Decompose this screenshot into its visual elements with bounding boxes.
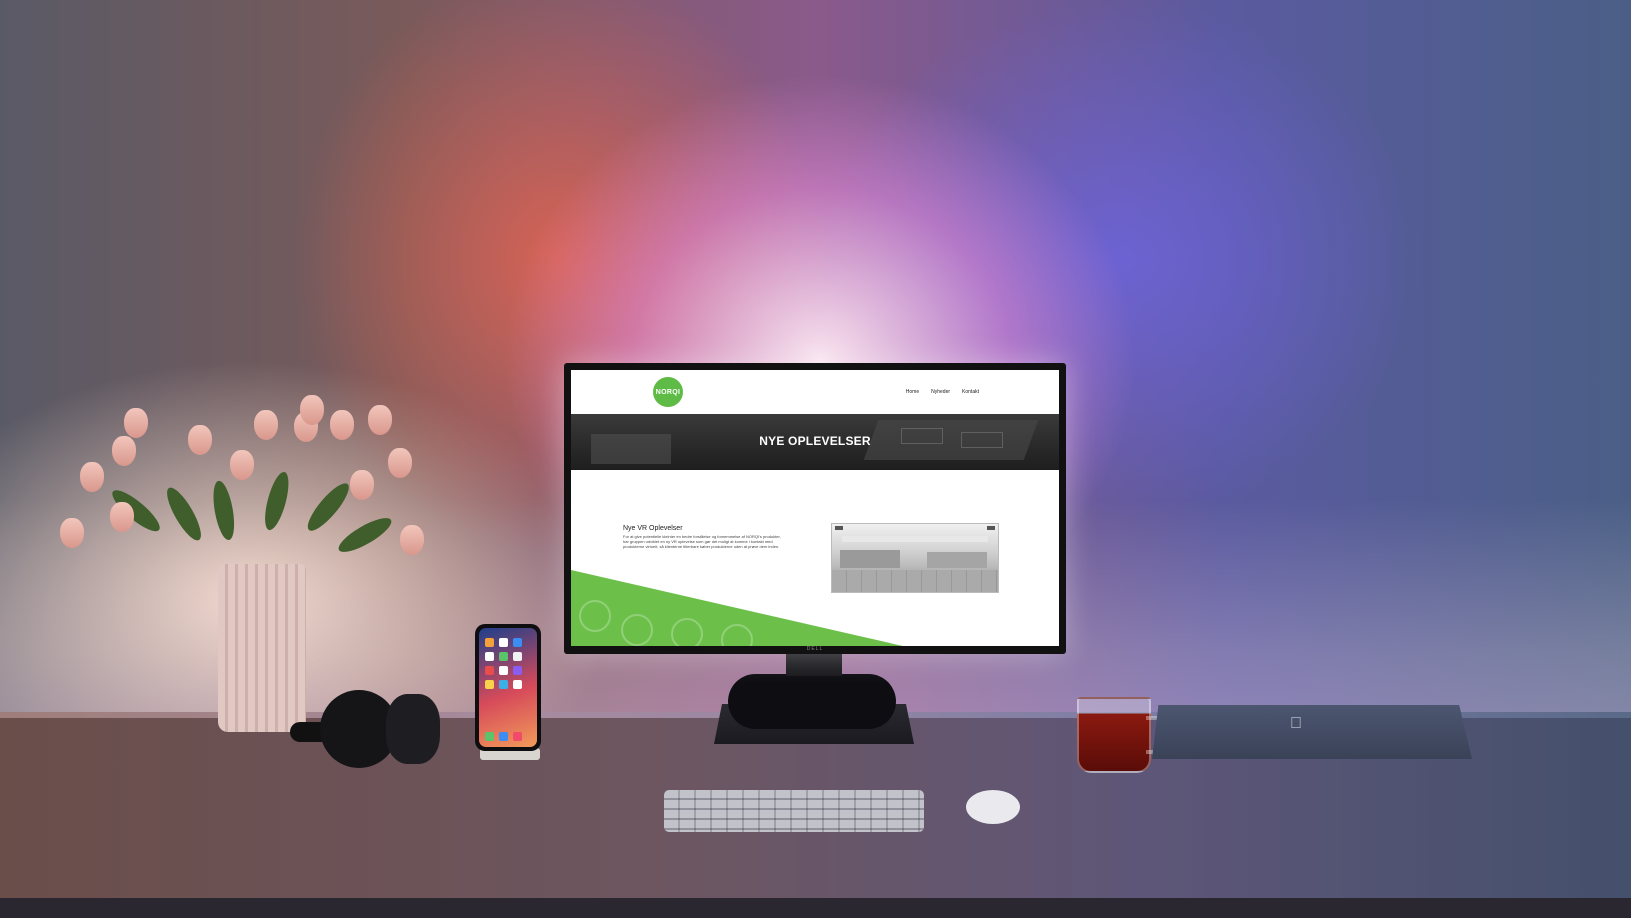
lightbulb-pattern-icon xyxy=(721,624,753,646)
vr-kitchen-image xyxy=(831,523,999,593)
nav-link-nyheder[interactable]: Nyheder xyxy=(931,389,950,395)
lightbulb-pattern-icon xyxy=(671,618,703,646)
vase xyxy=(218,564,306,732)
tulip-flower xyxy=(254,410,278,440)
hero-title: NYE OPLEVELSER xyxy=(759,434,871,448)
tulip-flower xyxy=(388,448,412,478)
monitor-stand-neck xyxy=(786,654,842,676)
app-icon xyxy=(499,652,508,661)
phone-screen xyxy=(479,628,537,747)
monitor: NORQI Home Nyheder Kontakt NYE OPLEVELSE… xyxy=(564,363,1066,654)
app-icon xyxy=(513,680,522,689)
lightbulb-pattern-icon xyxy=(621,614,653,646)
section-heading: Nye VR Oplevelser xyxy=(623,525,683,532)
tulip-flower xyxy=(330,410,354,440)
monitor-screen: NORQI Home Nyheder Kontakt NYE OPLEVELSE… xyxy=(571,370,1059,646)
tulip-flower xyxy=(350,470,374,500)
image-control-icon[interactable] xyxy=(987,526,995,530)
image-control-icon[interactable] xyxy=(835,526,843,530)
dock-app-icon xyxy=(499,732,508,741)
nav-link-kontakt[interactable]: Kontakt xyxy=(962,389,979,395)
app-icon xyxy=(499,666,508,675)
app-icon xyxy=(499,680,508,689)
tulip-flower xyxy=(124,408,148,438)
image-detail xyxy=(840,550,900,568)
tulip-flower xyxy=(230,450,254,480)
tulip-flower xyxy=(400,525,424,555)
image-detail xyxy=(927,552,987,568)
app-icon xyxy=(499,638,508,647)
app-icon xyxy=(513,652,522,661)
headphones-earcup xyxy=(386,694,440,764)
lightbulb-pattern-icon xyxy=(579,600,611,632)
tulip-flower xyxy=(112,436,136,466)
tulip-flower xyxy=(80,462,104,492)
apple-logo-icon:  xyxy=(1290,715,1310,735)
site-nav: Home Nyheder Kontakt xyxy=(906,389,979,395)
nav-link-home[interactable]: Home xyxy=(906,389,919,395)
app-icon xyxy=(485,680,494,689)
tulip-flower xyxy=(188,425,212,455)
tulip-flower xyxy=(110,502,134,532)
desk-front xyxy=(0,898,1631,918)
app-icon xyxy=(485,666,494,675)
tulip-flower xyxy=(300,395,324,425)
hero-banner: NYE OPLEVELSER xyxy=(571,414,1059,470)
mouse xyxy=(966,790,1020,824)
image-detail xyxy=(832,570,998,592)
app-icon xyxy=(513,638,522,647)
image-detail xyxy=(842,536,988,542)
app-icon xyxy=(485,638,494,647)
tulip-flower xyxy=(368,405,392,435)
section-body: For at give potentielle kleinter en bedr… xyxy=(623,534,781,550)
keyboard xyxy=(664,790,924,832)
smartphone xyxy=(475,624,541,751)
tulip-flower xyxy=(60,518,84,548)
tea-cup xyxy=(1077,697,1151,773)
site-header: NORQI Home Nyheder Kontakt xyxy=(571,370,1059,415)
site-logo[interactable]: NORQI xyxy=(653,377,683,407)
laptop xyxy=(1152,705,1472,759)
dock-app-icon xyxy=(485,732,494,741)
app-icon xyxy=(513,666,522,675)
monitor-brand-logo: DELL xyxy=(806,646,824,652)
monitor-stand xyxy=(728,674,896,729)
dock-app-icon xyxy=(513,732,522,741)
app-icon xyxy=(485,652,494,661)
